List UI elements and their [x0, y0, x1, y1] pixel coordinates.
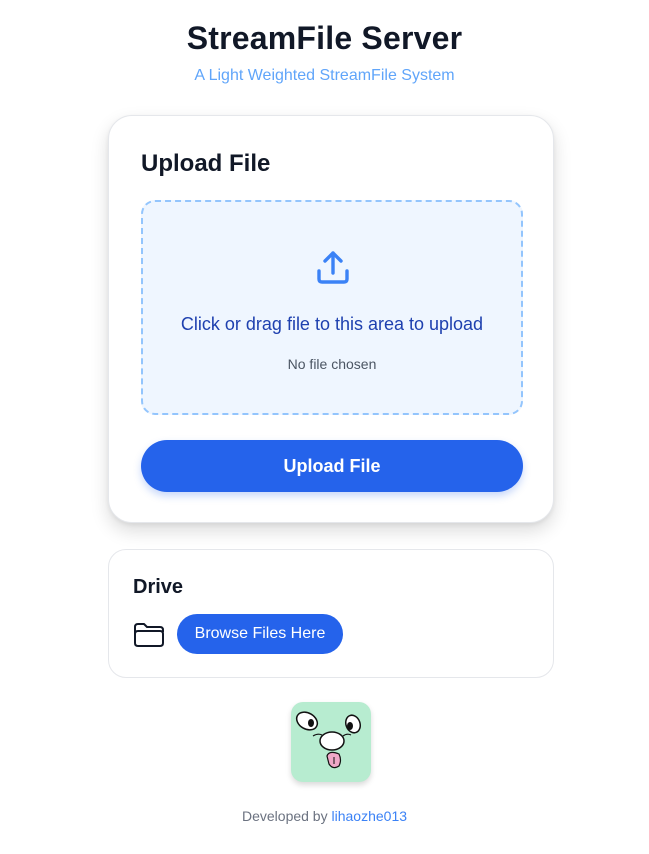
footer-prefix: Developed by	[241, 808, 328, 824]
upload-file-button[interactable]: Upload File	[141, 440, 523, 492]
drive-title: Drive	[133, 576, 184, 598]
page-title: StreamFile Server	[186, 20, 463, 56]
author-link[interactable]: lihaozhe013	[332, 808, 408, 824]
footer-credit: Developed by lihaozhe013	[0, 808, 649, 824]
avatar	[291, 702, 371, 782]
folder-icon	[134, 623, 164, 647]
drive-card: Drive Browse Files Here	[108, 549, 554, 678]
upload-title: Upload File	[141, 150, 271, 177]
upload-card: Upload File Click or drag file to this a…	[108, 115, 554, 523]
dropzone-instruction: Click or drag file to this area to uploa…	[180, 314, 484, 334]
file-dropzone[interactable]: Click or drag file to this area to uploa…	[141, 200, 523, 415]
file-status: No file chosen	[287, 356, 377, 372]
page-subtitle: A Light Weighted StreamFile System	[194, 67, 455, 84]
upload-icon	[317, 251, 349, 284]
browse-files-button[interactable]: Browse Files Here	[177, 614, 343, 654]
